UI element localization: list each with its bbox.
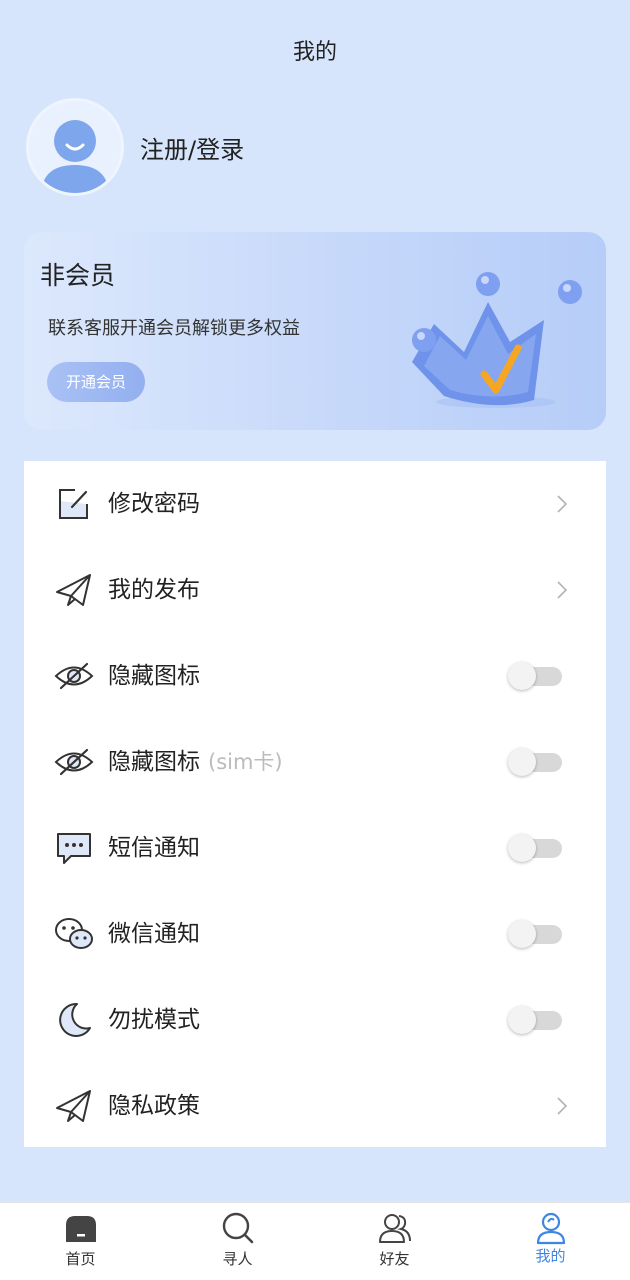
eye-off-icon xyxy=(54,657,94,695)
menu-item-dnd-mode: 勿扰模式 xyxy=(24,977,606,1063)
paper-plane-icon xyxy=(54,571,94,609)
user-avatar-icon xyxy=(41,120,109,193)
menu-label: 隐私政策 xyxy=(108,1093,200,1119)
open-vip-button[interactable]: 开通会员 xyxy=(47,362,145,402)
menu-label: 修改密码 xyxy=(108,491,200,517)
menu-label: 短信通知 xyxy=(108,835,200,861)
menu-item-privacy[interactable]: 隐私政策 xyxy=(24,1063,606,1149)
menu-label: 隐藏图标 xyxy=(108,749,200,775)
menu-label: 勿扰模式 xyxy=(108,1007,200,1033)
menu-item-wechat-notify: 微信通知 xyxy=(24,891,606,977)
menu-label: 隐藏图标 xyxy=(108,663,200,689)
message-icon xyxy=(54,829,94,867)
tab-friends[interactable]: 好友 xyxy=(316,1203,473,1280)
moon-icon xyxy=(54,1001,94,1039)
tab-mine[interactable]: 我的 xyxy=(472,1203,629,1280)
home-icon xyxy=(65,1216,96,1242)
menu-label: 我的发布 xyxy=(108,577,200,603)
page-title: 我的 xyxy=(292,40,337,65)
menu-item-hide-icon: 隐藏图标 xyxy=(24,633,606,719)
vip-description: 联系客服开通会员解锁更多权益 xyxy=(48,318,300,339)
menu-label: 微信通知 xyxy=(108,921,200,947)
vip-status-title: 非会员 xyxy=(40,261,116,290)
tab-label: 寻人 xyxy=(222,1250,253,1268)
search-icon xyxy=(222,1212,253,1244)
menu-label-suffix: (sim卡) xyxy=(208,750,283,774)
wechat-notify-toggle[interactable] xyxy=(508,920,564,948)
chevron-right-icon xyxy=(557,1097,568,1115)
menu-item-my-posts[interactable]: 我的发布 xyxy=(24,547,606,633)
tab-label: 我的 xyxy=(535,1247,566,1265)
hide-icon-toggle[interactable] xyxy=(508,662,564,690)
tab-label: 好友 xyxy=(379,1250,410,1268)
edit-icon xyxy=(54,485,94,523)
menu-item-hide-icon-sim: 隐藏图标 (sim卡) xyxy=(24,719,606,805)
chevron-right-icon xyxy=(557,581,568,599)
login-register-link[interactable]: 注册/登录 xyxy=(140,130,244,165)
wechat-icon xyxy=(54,915,94,953)
bottom-tab-bar: 首页 寻人 好友 我的 xyxy=(0,1202,630,1280)
tab-search[interactable]: 寻人 xyxy=(159,1203,316,1280)
user-icon xyxy=(536,1212,565,1245)
menu-item-sms-notify: 短信通知 xyxy=(24,805,606,891)
crown-icon xyxy=(412,272,582,408)
tab-label: 首页 xyxy=(65,1250,96,1268)
dnd-mode-toggle[interactable] xyxy=(508,1006,564,1034)
sms-notify-toggle[interactable] xyxy=(508,834,564,862)
settings-menu: 修改密码 我的发布 隐藏图标 隐藏图标 (sim卡) 短信通知 微信通知 勿扰模… xyxy=(24,461,606,1147)
tab-home[interactable]: 首页 xyxy=(2,1203,159,1280)
chevron-right-icon xyxy=(557,495,568,513)
menu-item-change-password[interactable]: 修改密码 xyxy=(24,461,606,547)
paper-plane-icon xyxy=(54,1087,94,1125)
vip-card: 非会员 联系客服开通会员解锁更多权益 开通会员 xyxy=(24,232,606,430)
avatar[interactable] xyxy=(26,98,124,196)
eye-off-icon xyxy=(54,743,94,781)
friends-icon xyxy=(378,1214,411,1243)
hide-icon-sim-toggle[interactable] xyxy=(508,748,564,776)
